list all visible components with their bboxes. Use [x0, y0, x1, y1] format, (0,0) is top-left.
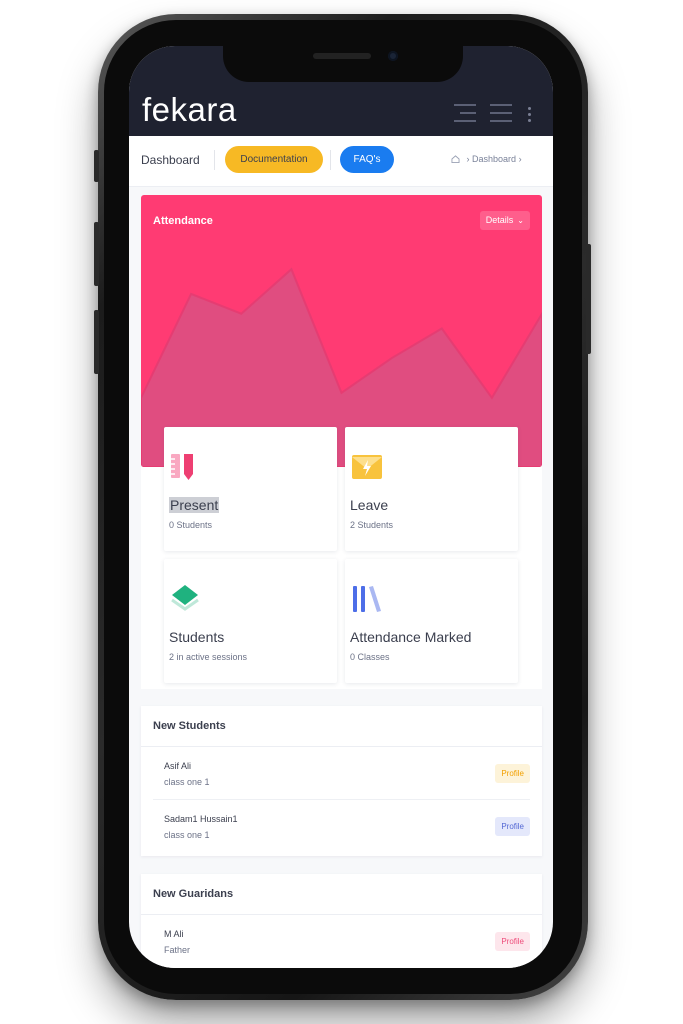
details-dropdown-button[interactable]: Details ⌄: [479, 211, 530, 230]
stat-sub: 0 Classes: [350, 652, 390, 662]
stat-card-present[interactable]: Present 0 Students: [164, 427, 337, 551]
more-vertical-icon[interactable]: [528, 107, 531, 125]
student-name: Asif Ali: [164, 761, 192, 771]
divider: [330, 150, 331, 170]
power-button: [586, 244, 591, 354]
phone-notch: [223, 44, 463, 82]
stat-name: Students: [169, 629, 225, 645]
list-item[interactable]: M Ali Father Profile: [153, 915, 530, 967]
silent-switch: [94, 150, 99, 182]
stat-card-attendance-marked[interactable]: Attendance Marked 0 Classes: [345, 559, 518, 683]
stat-sub: 2 Students: [350, 520, 394, 530]
list-item[interactable]: Sadam1 Hussain1 class one 1 Profile: [153, 800, 530, 852]
phone-screen: fekara Dashboard Documentation FAQ's › D…: [129, 46, 553, 968]
speaker-grille: [313, 53, 371, 59]
chevron-down-icon: ⌄: [517, 216, 524, 225]
student-class: class one 1: [164, 830, 210, 840]
fekara-logo[interactable]: fekara: [142, 92, 237, 128]
breadcrumb[interactable]: › Dashboard ›: [451, 154, 522, 164]
attendance-title: Attendance: [153, 215, 213, 227]
stat-sub: 2 in active sessions: [169, 652, 248, 662]
profile-button[interactable]: Profile: [495, 764, 530, 783]
card-title: New Guaridans: [141, 874, 542, 915]
home-icon: [451, 155, 460, 163]
documentation-button[interactable]: Documentation: [225, 146, 323, 173]
new-guardians-card: New Guaridans M Ali Father Profile: [141, 874, 542, 968]
divider: [214, 150, 215, 170]
breadcrumb-separator: ›: [466, 154, 470, 164]
breadcrumb-item-dashboard[interactable]: Dashboard: [472, 154, 516, 164]
student-name: Sadam1 Hussain1: [164, 814, 238, 824]
stat-sub: 0 Students: [169, 520, 213, 530]
ruler-pencil-icon: [171, 454, 193, 480]
layers-icon: [171, 585, 199, 611]
stat-card-leave[interactable]: Leave 2 Students: [345, 427, 518, 551]
hamburger-menu-icon[interactable]: [490, 104, 512, 128]
books-icon: [353, 586, 381, 612]
student-class: class one 1: [164, 777, 210, 787]
page-subheader: Dashboard Documentation FAQ's › Dashboar…: [129, 136, 553, 187]
page-title: Dashboard: [141, 153, 200, 167]
stat-card-students[interactable]: Students 2 in active sessions: [164, 559, 337, 683]
stat-name: Leave: [350, 497, 389, 513]
stat-name: Present: [169, 497, 220, 513]
front-camera: [388, 51, 398, 61]
profile-button[interactable]: Profile: [495, 932, 530, 951]
new-students-card: New Students Asif Ali class one 1 Profil…: [141, 706, 542, 856]
guardian-name: M Ali: [164, 929, 184, 939]
sidebar-toggle-icon[interactable]: [454, 104, 476, 128]
stat-name: Attendance Marked: [350, 629, 472, 645]
volume-down-button: [94, 310, 99, 374]
card-title: New Students: [141, 706, 542, 747]
list-item[interactable]: Asif Ali class one 1 Profile: [153, 747, 530, 800]
details-label: Details: [485, 215, 514, 225]
profile-button[interactable]: Profile: [495, 817, 530, 836]
breadcrumb-separator: ›: [518, 154, 522, 164]
faq-button[interactable]: FAQ's: [340, 146, 394, 173]
volume-up-button: [94, 222, 99, 286]
logo-text: fekara: [142, 91, 237, 128]
guardian-relation: Father: [164, 945, 191, 955]
envelope-icon: [352, 455, 382, 479]
